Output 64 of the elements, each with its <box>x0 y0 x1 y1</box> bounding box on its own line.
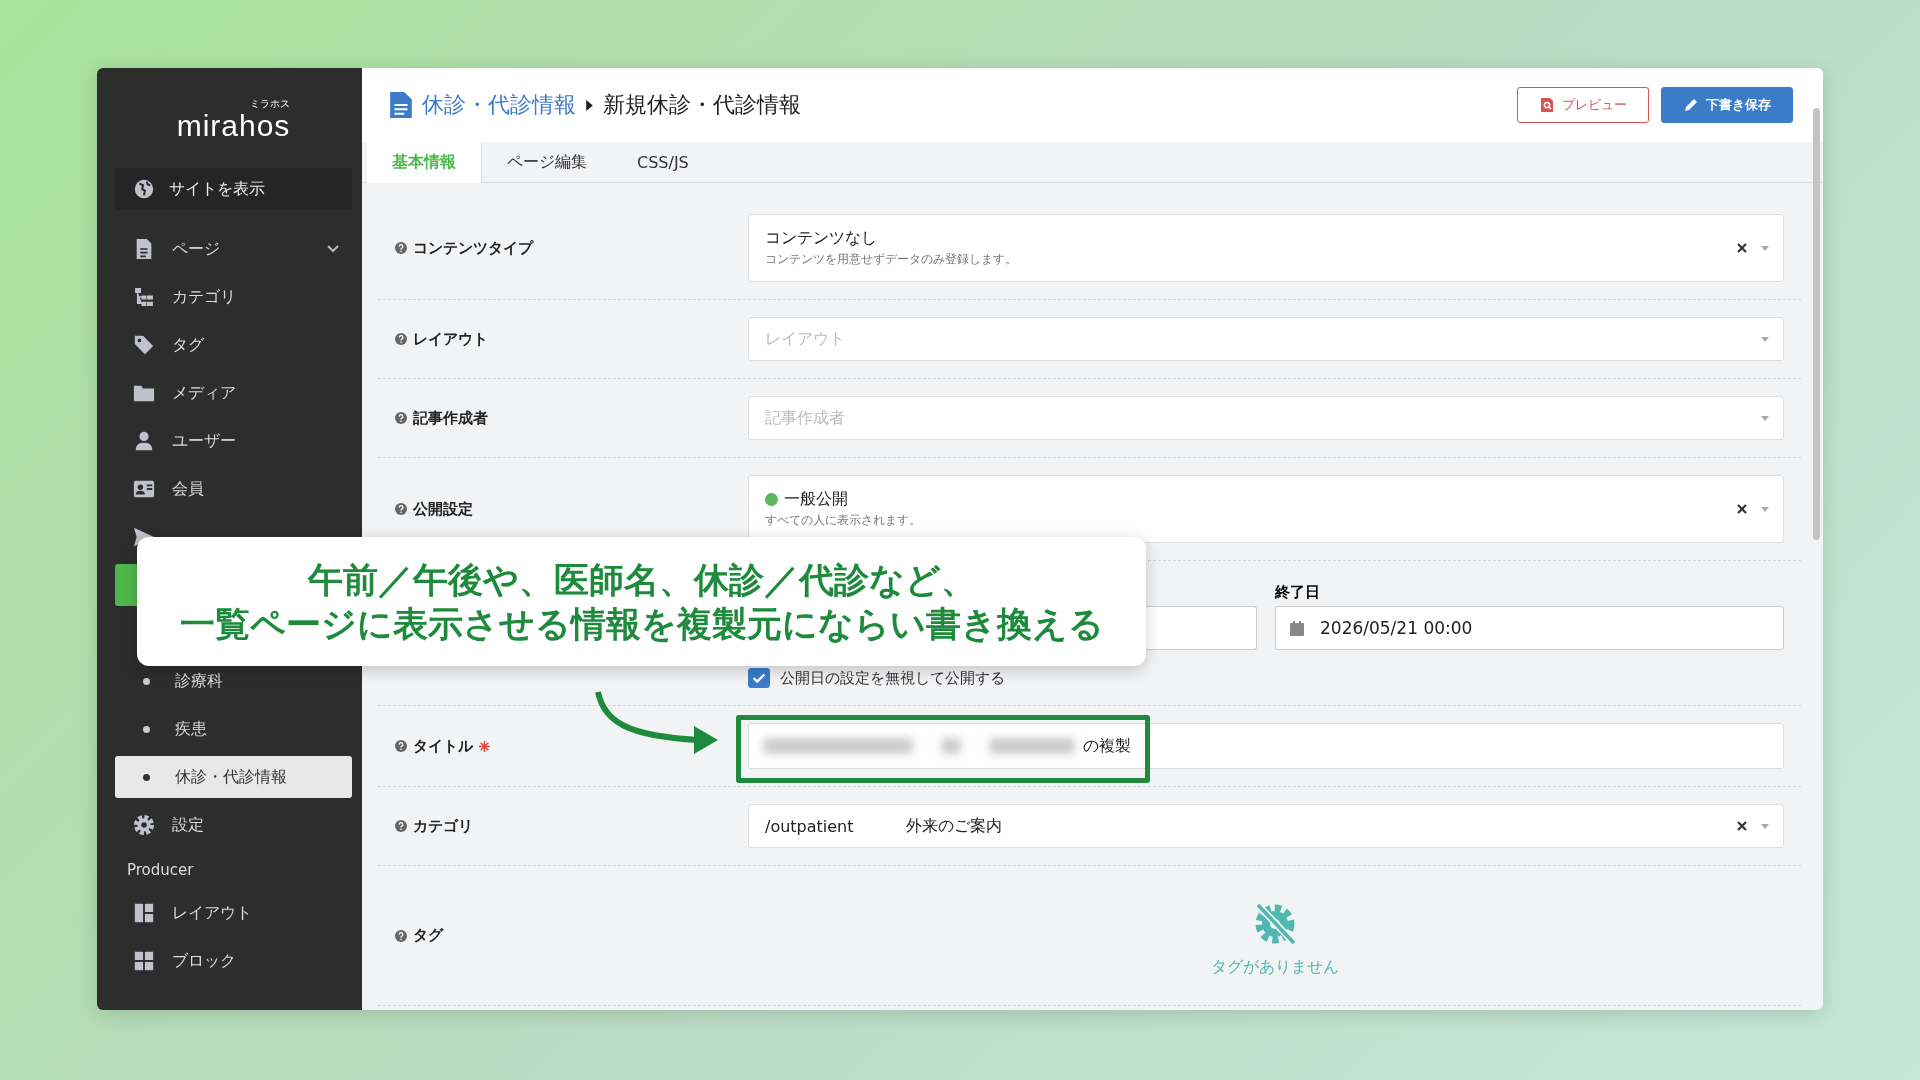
field-label: 終了日 <box>1275 582 1320 602</box>
page-title: 新規休診・代診情報 <box>603 91 801 119</box>
help-icon[interactable] <box>395 242 407 254</box>
empty-message: タグがありません <box>1210 957 1339 978</box>
field-label: カテゴリ <box>413 816 473 836</box>
select-field[interactable]: /outpatient 外来のご案内 <box>748 804 1784 848</box>
view-site-button[interactable]: サイトを表示 <box>115 168 352 210</box>
chevron-right-icon <box>586 99 593 111</box>
pencil-icon <box>1683 98 1698 112</box>
select-field[interactable]: 一般公開 すべての人に表示されます。 <box>748 475 1784 543</box>
help-icon[interactable] <box>395 740 407 752</box>
sidebar-item[interactable]: ページ <box>115 228 352 270</box>
field-label: レイアウト <box>413 329 488 349</box>
field-label: 公開設定 <box>413 499 473 519</box>
callout-text: 一覧ページに表示させる情報を複製元にならい書き換える <box>179 602 1104 646</box>
submenu-item[interactable]: 疾患 <box>115 708 352 750</box>
tag-icon <box>133 334 155 356</box>
title-field[interactable]: の複製 <box>748 723 1784 769</box>
sidebar-item[interactable]: レイアウト <box>115 892 352 934</box>
help-icon[interactable] <box>395 929 407 942</box>
sidebar-item[interactable]: 設定 <box>115 804 352 846</box>
tab[interactable]: ページ編集 <box>482 142 612 182</box>
layout-icon <box>133 902 155 924</box>
tab[interactable]: CSS/JS <box>612 142 714 182</box>
sidebar-item[interactable]: ユーザー <box>115 420 352 462</box>
grid-icon <box>133 950 155 972</box>
field-label: コンテンツタイプ <box>413 238 533 258</box>
help-icon[interactable] <box>395 820 407 832</box>
preview-icon <box>1539 98 1554 112</box>
help-icon[interactable] <box>395 503 407 515</box>
field-label: 記事作成者 <box>413 408 488 428</box>
clear-icon[interactable] <box>1737 243 1747 253</box>
globe-icon <box>133 178 155 200</box>
sidebar-item[interactable]: 会員 <box>115 468 352 510</box>
field-label: タグ <box>413 926 443 945</box>
save-draft-button[interactable]: 下書き保存 <box>1661 87 1793 123</box>
callout-text: 午前／午後や、医師名、休診／代診など、 <box>307 558 976 602</box>
field-label: タイトル <box>413 736 473 756</box>
id-card-icon <box>133 478 155 500</box>
sidebar-item[interactable]: カテゴリ <box>115 276 352 318</box>
select-field[interactable]: コンテンツなし コンテンツを用意せずデータのみ登録します。 <box>748 214 1784 282</box>
clear-icon[interactable] <box>1737 504 1747 514</box>
preview-button[interactable]: プレビュー <box>1517 87 1649 123</box>
help-icon[interactable] <box>395 333 407 345</box>
sidebar-item[interactable]: ブロック <box>115 940 352 982</box>
submenu-item[interactable]: 診療科 <box>115 660 352 702</box>
section-heading: Producer <box>126 860 194 881</box>
sidebar-item[interactable]: タグ <box>115 324 352 366</box>
calendar-icon <box>1290 620 1304 636</box>
user-icon <box>133 430 155 452</box>
breadcrumb-link[interactable]: 休診・代診情報 <box>422 90 576 120</box>
checkbox[interactable] <box>748 668 770 688</box>
scrollbar-thumb[interactable] <box>1813 108 1820 540</box>
checkbox-label: 公開日の設定を無視して公開する <box>780 668 1005 688</box>
submenu-item[interactable]: 休診・代診情報 <box>115 756 352 798</box>
tree-icon <box>133 286 155 308</box>
date-field[interactable]: 2026/05/21 00:00 <box>1275 606 1784 650</box>
clear-icon[interactable] <box>1737 821 1747 831</box>
settings-icon <box>133 814 155 836</box>
help-icon[interactable] <box>395 412 407 424</box>
sidebar-item[interactable]: メディア <box>115 372 352 414</box>
document-icon <box>390 92 412 118</box>
logo-ruby: ミラホス <box>250 98 291 110</box>
logo[interactable]: mirahos <box>176 110 291 142</box>
